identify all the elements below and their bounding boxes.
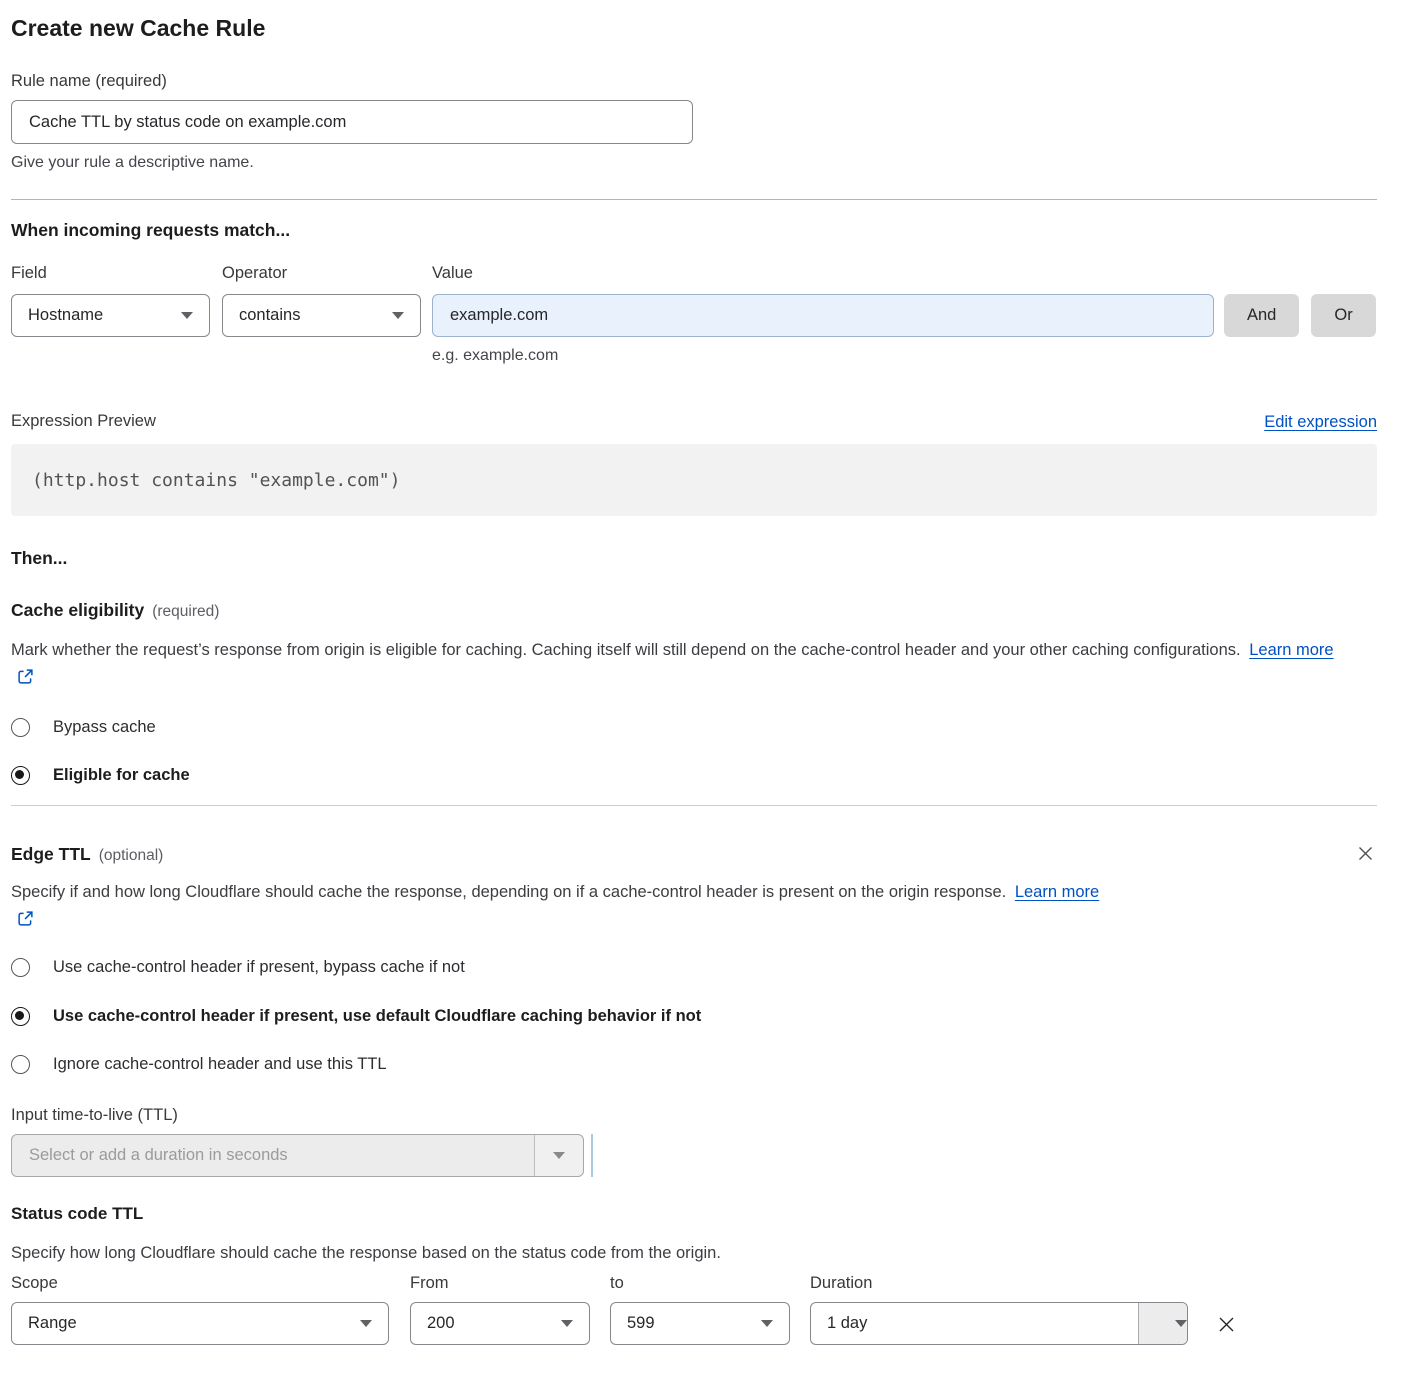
edge-ttl-ignore-label: Ignore cache-control header and use this… <box>53 1055 387 1074</box>
expression-preview-box: (http.host contains "example.com") <box>11 444 1377 516</box>
from-select-value: 200 <box>427 1314 455 1333</box>
edge-ttl-bypass-radio[interactable] <box>11 958 30 977</box>
chevron-down-icon <box>1175 1320 1187 1327</box>
expression-preview-header: Expression Preview Edit expression <box>11 410 1377 432</box>
rule-name-input[interactable] <box>11 100 693 144</box>
eligible-for-cache-radio[interactable] <box>11 766 30 785</box>
page-title: Create new Cache Rule <box>11 14 1377 42</box>
bypass-cache-option[interactable]: Bypass cache <box>11 718 1377 737</box>
rule-name-help: Give your rule a descriptive name. <box>11 152 1377 173</box>
field-select[interactable]: Hostname <box>11 294 210 337</box>
chevron-down-icon <box>392 312 404 319</box>
edge-ttl-description-text: Specify if and how long Cloudflare shoul… <box>11 883 1006 901</box>
field-column: Field Hostname <box>11 262 210 337</box>
status-code-ttl-description: Specify how long Cloudflare should cache… <box>11 1242 1377 1264</box>
duration-select[interactable]: 1 day <box>810 1302 1188 1345</box>
to-column: to 599 <box>610 1272 790 1345</box>
external-link-icon <box>17 666 34 694</box>
edge-ttl-default-radio[interactable] <box>11 1007 30 1026</box>
edge-ttl-ignore-radio[interactable] <box>11 1055 30 1074</box>
operator-label: Operator <box>222 262 421 284</box>
eligible-for-cache-option[interactable]: Eligible for cache <box>11 766 1377 785</box>
create-cache-rule-form: Create new Cache Rule Rule name (require… <box>0 0 1412 1370</box>
expression-preview-label: Expression Preview <box>11 410 156 432</box>
delete-icon <box>1216 1323 1237 1338</box>
to-label: to <box>610 1272 790 1294</box>
status-code-ttl-row: Scope Range From 200 to 599 Duration 1 d… <box>11 1272 1377 1345</box>
bypass-cache-radio[interactable] <box>11 718 30 737</box>
focus-indicator-bar <box>591 1134 593 1177</box>
edge-ttl-learn-more-link[interactable]: Learn more <box>1015 883 1099 901</box>
ttl-select-caret-button[interactable] <box>534 1135 583 1176</box>
value-label: Value <box>432 262 1214 284</box>
field-select-value: Hostname <box>28 306 103 325</box>
edge-ttl-description: Specify if and how long Cloudflare shoul… <box>11 878 1116 936</box>
edge-ttl-close-button[interactable] <box>1354 842 1377 865</box>
scope-label: Scope <box>11 1272 389 1294</box>
edge-ttl-option-default[interactable]: Use cache-control header if present, use… <box>11 1007 1377 1026</box>
edge-ttl-heading: Edge TTL (optional) <box>11 842 163 868</box>
chevron-down-icon <box>181 312 193 319</box>
duration-select-value: 1 day <box>827 1314 867 1333</box>
ttl-duration-select[interactable]: Select or add a duration in seconds <box>11 1134 584 1177</box>
edge-ttl-title: Edge TTL <box>11 844 91 864</box>
operator-select-value: contains <box>239 306 300 325</box>
external-link-icon <box>17 908 34 936</box>
and-button[interactable]: And <box>1224 294 1299 337</box>
edge-ttl-option-bypass[interactable]: Use cache-control header if present, byp… <box>11 958 1377 977</box>
edge-ttl-default-label: Use cache-control header if present, use… <box>53 1007 701 1026</box>
optional-note: (optional) <box>99 847 164 864</box>
operator-column: Operator contains <box>222 262 421 337</box>
bypass-cache-label: Bypass cache <box>53 718 156 737</box>
status-code-ttl-heading: Status code TTL <box>11 1202 1377 1226</box>
value-help: e.g. example.com <box>432 345 1214 366</box>
duration-column: Duration 1 day <box>810 1272 1188 1345</box>
cache-eligibility-description: Mark whether the request’s response from… <box>11 636 1351 694</box>
chevron-down-icon <box>553 1152 565 1159</box>
ttl-input-label: Input time-to-live (TTL) <box>11 1104 1377 1126</box>
duration-label: Duration <box>810 1272 1188 1294</box>
edge-ttl-option-ignore[interactable]: Ignore cache-control header and use this… <box>11 1055 1377 1074</box>
close-icon <box>1356 851 1375 866</box>
rule-name-label: Rule name (required) <box>11 70 1377 92</box>
or-button[interactable]: Or <box>1311 294 1375 337</box>
edit-expression-link[interactable]: Edit expression <box>1264 413 1377 432</box>
match-condition-row: Field Hostname Operator contains Value e… <box>11 262 1377 366</box>
to-select-value: 599 <box>627 1314 655 1333</box>
eligible-for-cache-label: Eligible for cache <box>53 766 190 785</box>
edge-ttl-header: Edge TTL (optional) <box>11 842 1377 868</box>
duration-caret-button[interactable] <box>1138 1303 1187 1344</box>
value-column: Value e.g. example.com <box>432 262 1214 366</box>
scope-select[interactable]: Range <box>11 1302 389 1345</box>
cache-eligibility-description-text: Mark whether the request’s response from… <box>11 641 1241 659</box>
section-divider <box>11 199 1377 200</box>
scope-select-value: Range <box>28 1314 77 1333</box>
then-heading: Then... <box>11 546 1377 570</box>
from-select[interactable]: 200 <box>410 1302 590 1345</box>
ttl-select-placeholder: Select or add a duration in seconds <box>29 1146 288 1165</box>
expression-code: (http.host contains "example.com") <box>32 470 400 491</box>
section-divider <box>11 805 1377 806</box>
ttl-input-row: Select or add a duration in seconds <box>11 1126 1377 1177</box>
field-label: Field <box>11 262 210 284</box>
scope-column: Scope Range <box>11 1272 389 1345</box>
delete-status-code-row-button[interactable] <box>1214 1312 1239 1337</box>
required-note: (required) <box>152 603 219 620</box>
edge-ttl-bypass-label: Use cache-control header if present, byp… <box>53 958 465 977</box>
cache-eligibility-title: Cache eligibility <box>11 600 144 620</box>
from-column: From 200 <box>410 1272 590 1345</box>
value-input[interactable] <box>432 294 1214 337</box>
from-label: From <box>410 1272 590 1294</box>
cache-eligibility-heading: Cache eligibility (required) <box>11 598 1377 624</box>
chevron-down-icon <box>761 1320 773 1327</box>
to-select[interactable]: 599 <box>610 1302 790 1345</box>
chevron-down-icon <box>360 1320 372 1327</box>
match-heading: When incoming requests match... <box>11 218 1377 242</box>
cache-eligibility-learn-more-link[interactable]: Learn more <box>1249 641 1333 659</box>
chevron-down-icon <box>561 1320 573 1327</box>
operator-select[interactable]: contains <box>222 294 421 337</box>
